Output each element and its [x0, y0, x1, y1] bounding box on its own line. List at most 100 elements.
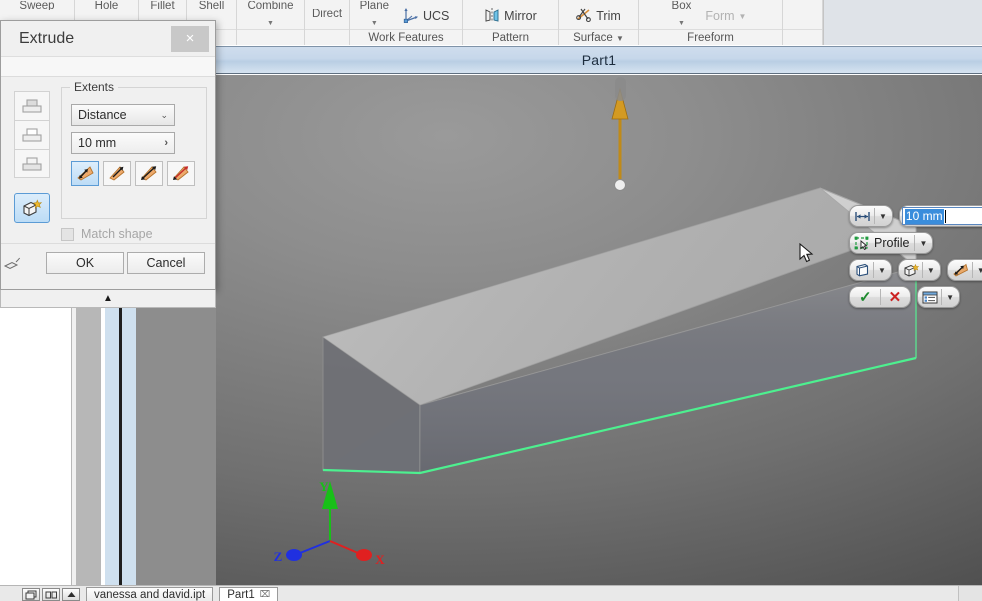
ribbon-button-combine[interactable]: Combine ▼	[243, 0, 297, 27]
operation-join-button[interactable]	[14, 91, 50, 120]
solid-body-icon[interactable]	[852, 260, 872, 280]
operation-intersect-button[interactable]	[14, 149, 50, 178]
direction-flip-icon[interactable]	[950, 260, 971, 280]
extrude-mini-toolbar[interactable]: ▼ 10 mm ▶	[849, 205, 982, 313]
strip-shadow[interactable]	[76, 308, 101, 585]
more-options-icon[interactable]	[1, 253, 23, 275]
ok-button[interactable]: OK	[46, 252, 124, 274]
chevron-right-icon[interactable]: ›	[164, 137, 168, 149]
scroll-up-icon[interactable]	[62, 588, 80, 601]
mini-toolbar-distance-group[interactable]: ▼	[849, 205, 893, 227]
ribbon-button-freeform-box[interactable]: Box ▼	[668, 0, 696, 27]
distance-input[interactable]: 10 mm ›	[71, 132, 175, 154]
ribbon-button-trim[interactable]: Trim	[569, 5, 628, 27]
cancel-button[interactable]: Cancel	[127, 252, 205, 274]
mini-toolbar-confirm-group[interactable]: ✓ ✕	[849, 286, 912, 308]
mini-toolbar-value-group[interactable]: 10 mm ▶	[898, 205, 982, 227]
extrude-dialog[interactable]: Extrude × Extents Distance ⌄ 10 mm › Mat…	[0, 20, 216, 290]
ribbon-panel-label-freeform: Freeform	[639, 29, 782, 45]
extrude-dialog-expander[interactable]: ▲	[0, 290, 216, 308]
chevron-down-icon[interactable]: ▼	[678, 20, 685, 27]
document-tab-bar: vanessa and david.ipt Part1 ⌧	[0, 585, 982, 601]
profile-button-label: Profile	[874, 236, 910, 250]
strip-viewport-edge	[136, 308, 216, 585]
mini-toolbar-ok-button[interactable]: ✓	[852, 288, 879, 306]
ribbon-button-trim-label: Trim	[596, 9, 621, 23]
ribbon-button-mirror[interactable]: Mirror	[477, 5, 544, 27]
chevron-down-icon[interactable]: ▼	[924, 266, 938, 275]
chevron-down-icon[interactable]: ▼	[876, 212, 890, 221]
strip-scrollbar-track[interactable]	[105, 308, 119, 585]
ribbon-panel-surface: Trim Surface ▼	[559, 0, 639, 45]
ribbon-button-ucs[interactable]: UCS	[396, 5, 456, 27]
new-solid-icon[interactable]	[901, 260, 921, 280]
chevron-down-icon[interactable]: ▼	[739, 12, 747, 21]
axis-label-y: Y	[319, 479, 329, 494]
extrude-dialog-titlebar[interactable]: Extrude ×	[1, 21, 215, 57]
document-tab-label: Part1	[227, 588, 255, 601]
mini-toolbar-options-group[interactable]: ▼	[917, 286, 961, 308]
extrude-dialog-tabbar	[1, 57, 215, 77]
mirror-icon	[484, 7, 500, 26]
distance-input[interactable]: 10 mm	[901, 207, 982, 225]
chevron-down-icon[interactable]: ▼	[616, 34, 624, 43]
restore-icon[interactable]	[22, 588, 40, 601]
distance-measure-icon[interactable]	[852, 206, 873, 226]
divider	[971, 262, 973, 278]
divider	[879, 289, 881, 305]
extrude-drag-manipulator[interactable]	[611, 77, 629, 191]
manipulator-sphere-handle	[614, 179, 626, 191]
chevron-down-icon[interactable]: ▼	[371, 20, 378, 27]
3d-viewport[interactable]: Y Z X ▼ 10 mm Profile ▼ ▼ ▼ ▼ ✓ ✕ ▼	[216, 75, 982, 585]
mini-toolbar-direction-group[interactable]: ▼	[946, 259, 982, 281]
ribbon-panel-direct: Direct	[305, 0, 350, 45]
tab-bar-overflow[interactable]	[958, 586, 982, 601]
axis-label-x: X	[375, 552, 385, 567]
direction-asymmetric-button[interactable]	[167, 161, 195, 186]
ribbon-button-hole-label: Hole	[94, 1, 119, 10]
chevron-down-icon[interactable]: ▼	[916, 239, 930, 248]
ribbon-button-direct[interactable]: Direct	[308, 0, 346, 27]
ribbon-panel-label-blank	[237, 29, 304, 45]
ribbon-panel-work-features: Plane ▼ UCS Work Features	[350, 0, 463, 45]
3d-model-canvas[interactable]: Y Z X	[216, 75, 982, 585]
chevron-down-icon[interactable]: ▼	[974, 266, 982, 275]
ribbon-button-edit-form[interactable]: Form ▼	[698, 5, 753, 27]
chevron-down-icon[interactable]: ▼	[875, 266, 889, 275]
operation-new-solid-button[interactable]	[14, 193, 50, 223]
extents-type-select[interactable]: Distance ⌄	[71, 104, 175, 126]
ribbon-button-plane[interactable]: Plane ▼	[356, 0, 393, 27]
tile-icon[interactable]	[42, 588, 60, 601]
chevron-down-icon[interactable]: ▼	[943, 293, 957, 302]
document-tab-vanessa[interactable]: vanessa and david.ipt	[86, 587, 214, 601]
axis-label-z: Z	[274, 549, 283, 564]
close-icon[interactable]: ×	[171, 25, 209, 52]
ribbon-button-row: Trim	[559, 0, 638, 29]
match-shape-row[interactable]: Match shape	[61, 227, 153, 241]
ribbon-button-sweep-label: Sweep	[19, 1, 55, 10]
match-shape-checkbox[interactable]	[61, 227, 74, 241]
direction-symmetric-button[interactable]	[135, 161, 163, 186]
operation-cut-button[interactable]	[14, 120, 50, 149]
ribbon-button-edit-form-label: Form	[705, 9, 735, 23]
mini-toolbar-solid-group[interactable]: ▼	[849, 259, 892, 281]
options-list-icon[interactable]	[920, 287, 940, 307]
browser-panel-strips	[26, 308, 216, 585]
direction-default-button[interactable]	[71, 161, 99, 186]
ribbon-panel-label-blank	[783, 29, 822, 45]
ribbon-right-filler	[823, 0, 982, 45]
chevron-down-icon[interactable]: ⌄	[160, 110, 168, 121]
mini-toolbar-profile-group[interactable]: Profile ▼	[849, 232, 934, 254]
ribbon-button-row: Box ▼ Form ▼	[639, 0, 782, 29]
mini-toolbar-new-solid-group[interactable]: ▼	[897, 259, 941, 281]
ribbon-button-fillet-label: Fillet	[150, 1, 175, 10]
document-tab-part1[interactable]: Part1 ⌧	[219, 587, 279, 601]
chevron-down-icon[interactable]: ▼	[267, 20, 274, 27]
browser-panel-blank	[0, 308, 26, 585]
mini-toolbar-cancel-button[interactable]: ✕	[882, 288, 909, 306]
close-icon[interactable]: ⌧	[260, 589, 270, 600]
profile-select-icon[interactable]	[852, 233, 872, 253]
strip-scrollbar-track-2[interactable]	[122, 308, 136, 585]
direction-flipped-button[interactable]	[103, 161, 131, 186]
ribbon-button-row: Plane ▼ UCS	[350, 0, 462, 29]
